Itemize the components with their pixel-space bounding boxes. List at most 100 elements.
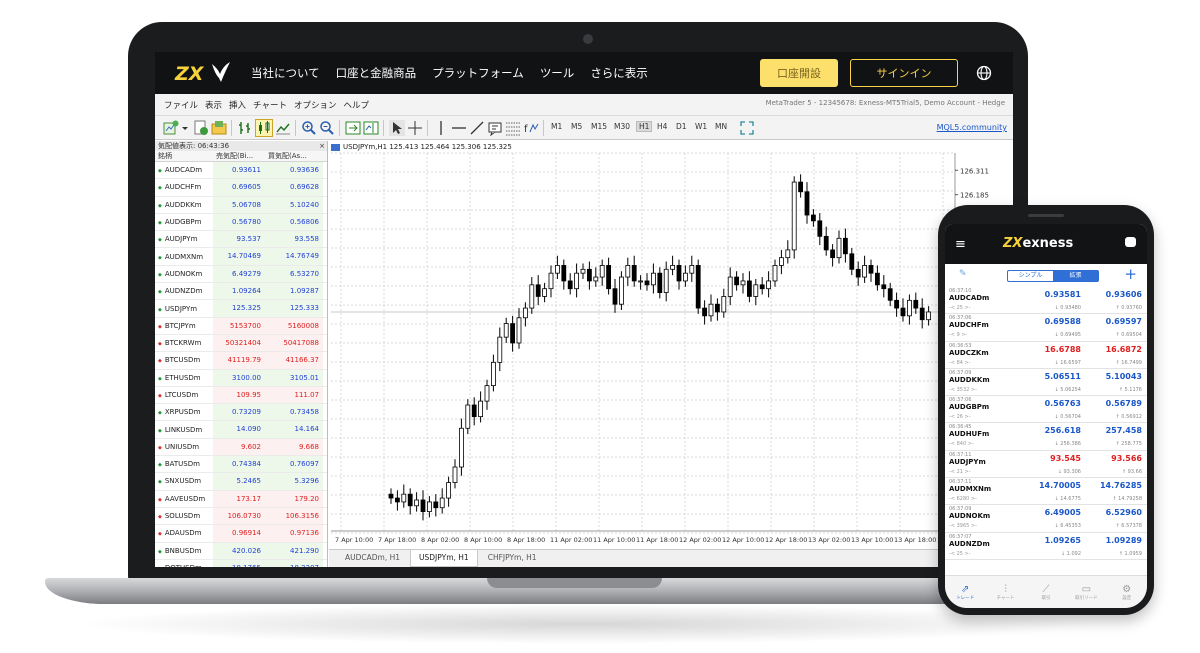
add-symbol-icon[interactable]: +	[1124, 265, 1137, 283]
chart-shift-icon[interactable]	[363, 120, 379, 136]
fullscreen-icon[interactable]	[739, 120, 755, 136]
nav-platforms[interactable]: プラットフォーム	[432, 65, 524, 81]
market-watch-row[interactable]: AUDJPYm93.53793.558	[155, 231, 327, 249]
market-watch-row[interactable]: LTCUSDm109.95111.07	[155, 386, 327, 405]
timeframe-m15[interactable]: M15	[591, 122, 607, 131]
chart-tab-usdjpy[interactable]: USDJPYm, H1	[410, 550, 478, 567]
chart-tab-chfjpy[interactable]: CHFJPYm, H1	[480, 550, 545, 567]
phone-quote-row[interactable]: 06:37:11 AUDJPYm -< 21 >- 93.545 93.566 ↓ 93.…	[945, 451, 1147, 479]
market-watch-row[interactable]: ETHUSDm3100.003105.01	[155, 369, 327, 387]
market-watch-row[interactable]: SOLUSDm106.0730106.3156	[155, 507, 327, 526]
timeframe-mn[interactable]: MN	[715, 122, 727, 131]
exness-logo[interactable]: ZX	[175, 60, 235, 86]
tab-settings[interactable]: ⚙ 設定	[1109, 584, 1145, 601]
chat-icon[interactable]	[1125, 237, 1136, 247]
menu-insert[interactable]: 挿入	[229, 99, 246, 111]
market-watch-row[interactable]: XRPUSDm0.732090.73458	[155, 404, 327, 422]
tab-history[interactable]: ⟋ 取引	[1028, 584, 1064, 601]
data-folder-icon[interactable]	[211, 120, 227, 136]
chart-tab-audcad[interactable]: AUDCADm, H1	[337, 550, 408, 567]
phone-quote-row[interactable]: 06:37:10 AUDCADm -< 25 >- 0.93581 0.93606 ↓ 0…	[945, 287, 1147, 315]
market-watch-row[interactable]: BTCJPYm51537005160008	[155, 317, 327, 335]
hamburger-menu-icon[interactable]: ≡	[955, 237, 966, 252]
tab-ideas[interactable]: ▭ 取引リード	[1068, 584, 1104, 601]
new-chart-icon[interactable]	[163, 120, 179, 136]
menu-chart[interactable]: チャート	[253, 99, 287, 111]
market-watch-row[interactable]: AUDGBPm0.567800.56806	[155, 213, 327, 232]
new-order-icon[interactable]	[193, 120, 209, 136]
timeframe-d1[interactable]: D1	[676, 122, 687, 131]
edit-icon[interactable]: ✎	[959, 269, 967, 279]
dropdown-arrow-icon[interactable]	[181, 120, 189, 136]
sign-in-button[interactable]: サインイン	[850, 59, 958, 87]
phone-quote-row[interactable]: 06:37:09 AUDNOKm -< 3965 >- 6.49005 6.52960 ↓…	[945, 505, 1147, 533]
mql5-community-link[interactable]: MQL5.community	[937, 123, 1007, 132]
market-watch-row[interactable]: SNXUSDm5.24655.3296	[155, 473, 327, 491]
line-chart-icon[interactable]	[275, 120, 291, 136]
phone-quote-row[interactable]: 06:37:06 AUDCHFm -< 9 >- 0.69588 0.69597 ↓ 0.…	[945, 314, 1147, 342]
timeframe-m1[interactable]: M1	[551, 122, 562, 131]
timeframe-w1[interactable]: W1	[695, 122, 707, 131]
text-label-icon[interactable]	[487, 120, 503, 136]
market-watch-row[interactable]: BTCKRWm5032140450417088	[155, 334, 327, 353]
market-watch-row[interactable]: UNIUSDm9.6029.668	[155, 438, 327, 457]
market-watch-row[interactable]: DOTUSDm18.176518.2207	[155, 559, 327, 567]
phone-quote-row[interactable]: 06:36:53 AUDCZKm -< 84 >- 16.6788 16.6872 ↓ 1…	[945, 342, 1147, 369]
phone-quote-row[interactable]: 06:37:11 AUDMXNm -< 6280 >- 14.70005 14.7628…	[945, 478, 1147, 506]
globe-icon[interactable]	[976, 65, 992, 81]
chart-tabs: AUDCADm, H1 USDJPYm, H1 CHFJPYm, H1	[329, 549, 1013, 567]
market-watch-row[interactable]: AUDDKKm5.067085.10240	[155, 196, 327, 214]
vertical-line-icon[interactable]	[433, 120, 449, 136]
phone-quote-row[interactable]: 06:36:45 AUDHUFm -< 840 >- 256.618 257.458 ↓ …	[945, 423, 1147, 451]
zoom-out-icon[interactable]	[319, 120, 335, 136]
market-watch-row[interactable]: AUDMXNm14.7046914.76749	[155, 248, 327, 266]
cursor-icon[interactable]	[389, 120, 405, 136]
bar-chart-icon[interactable]	[237, 120, 253, 136]
tab-trade[interactable]: ⇗ トレード	[947, 584, 983, 601]
market-watch-row[interactable]: ADAUSDm0.969140.97136	[155, 525, 327, 543]
market-watch-row[interactable]: AUDCADm0.936110.93636	[155, 162, 327, 180]
market-watch-row[interactable]: BATUSDm0.743840.76097	[155, 456, 327, 474]
market-watch-row[interactable]: AUDNOKm6.492796.53270	[155, 265, 327, 284]
price-chart[interactable]: 126.311126.185126.0597 Apr 10:007 Apr 18…	[329, 141, 1013, 549]
phone-logo[interactable]: ZXexness	[1003, 236, 1073, 251]
market-watch-row[interactable]: LINKUSDm14.09014.164	[155, 421, 327, 439]
menu-options[interactable]: オプション	[294, 99, 337, 111]
tab-charts[interactable]: ⫶ チャート	[988, 584, 1024, 601]
candlestick-chart-icon[interactable]	[255, 119, 273, 137]
menu-file[interactable]: ファイル	[164, 99, 198, 111]
column-bid[interactable]: 売気配(Bi...	[213, 151, 265, 161]
market-watch-row[interactable]: AUDCHFm0.696050.69628	[155, 179, 327, 197]
market-watch-row[interactable]: BTCUSDm41119.7941166.37	[155, 352, 327, 370]
timeframe-h1[interactable]: H1	[636, 121, 653, 132]
nav-about[interactable]: 当社について	[251, 65, 320, 81]
nav-accounts[interactable]: 口座と金融商品	[336, 65, 417, 81]
fibonacci-icon[interactable]	[505, 120, 521, 136]
phone-quote-row[interactable]: 06:37:06 AUDGBPm -< 26 >- 0.56763 0.56789 ↓ 0…	[945, 396, 1147, 424]
market-watch-row[interactable]: AUDNZDm1.092641.09287	[155, 283, 327, 301]
timeframe-h4[interactable]: H4	[657, 122, 667, 131]
segment-extended[interactable]: 拡張	[1053, 271, 1098, 281]
nav-more[interactable]: さらに表示	[590, 65, 648, 81]
phone-quote-row[interactable]: 06:37:07 AUDNZDm -< 25 >- 1.09265 1.09289 ↓ 1…	[945, 533, 1147, 560]
phone-quote-row[interactable]: 06:37:09 AUDDKKm -< 3532 >- 5.06511 5.10043 ↓…	[945, 369, 1147, 397]
menu-help[interactable]: ヘルプ	[343, 99, 369, 111]
market-watch-row[interactable]: BNBUSDm420.026421.290	[155, 542, 327, 560]
trend-line-icon[interactable]	[469, 120, 485, 136]
timeframe-m30[interactable]: M30	[614, 122, 630, 131]
market-watch-row[interactable]: AAVEUSDm173.17179.20	[155, 490, 327, 508]
indicators-icon[interactable]: f	[523, 120, 539, 136]
crosshair-icon[interactable]	[407, 120, 423, 136]
auto-scroll-icon[interactable]	[345, 120, 361, 136]
open-account-button[interactable]: 口座開設	[760, 59, 838, 87]
timeframe-m5[interactable]: M5	[571, 122, 582, 131]
zoom-in-icon[interactable]	[301, 120, 317, 136]
column-ask[interactable]: 買気配(As...	[265, 151, 323, 161]
menu-view[interactable]: 表示	[205, 99, 222, 111]
nav-tools[interactable]: ツール	[540, 65, 575, 81]
close-icon[interactable]: ×	[319, 141, 325, 151]
segment-simple[interactable]: シンプル	[1008, 271, 1053, 281]
horizontal-line-icon[interactable]	[451, 120, 467, 136]
column-symbol[interactable]: 銘柄	[155, 151, 213, 161]
market-watch-row[interactable]: USDJPYm125.325125.333	[155, 300, 327, 318]
